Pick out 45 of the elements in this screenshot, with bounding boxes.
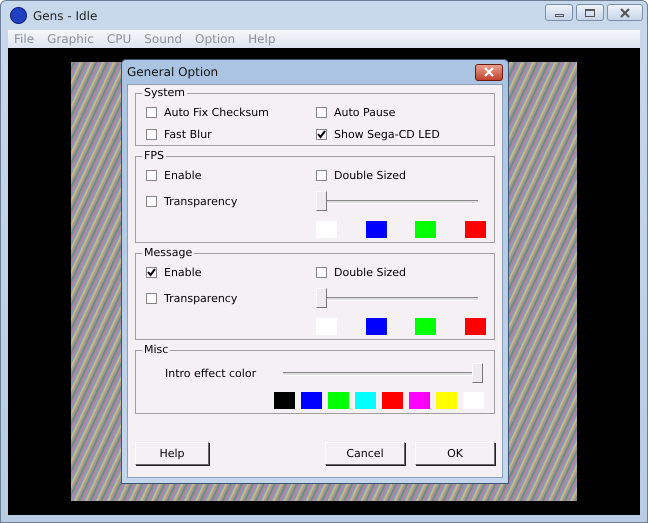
- slider[interactable]: [283, 363, 483, 384]
- checkbox[interactable]: Show Sega-CD LED: [316, 128, 484, 141]
- check-icon: [317, 130, 326, 139]
- app-logo-icon: [10, 7, 27, 24]
- color-swatch[interactable]: [409, 392, 430, 409]
- slider[interactable]: [316, 191, 478, 212]
- group-title: System: [142, 86, 188, 99]
- close-icon: [619, 8, 631, 18]
- color-swatch[interactable]: [464, 318, 486, 335]
- checkbox[interactable]: Double Sized: [316, 169, 486, 182]
- checkbox[interactable]: Enable: [146, 266, 316, 279]
- check-icon: [147, 268, 156, 277]
- checkbox[interactable]: Enable: [146, 169, 316, 182]
- color-swatch[interactable]: [436, 392, 457, 409]
- checkbox[interactable]: Transparency: [146, 195, 316, 208]
- close-button[interactable]: [475, 64, 503, 80]
- color-swatch[interactable]: [382, 392, 403, 409]
- dialog-button[interactable]: OK: [415, 442, 495, 465]
- close-button[interactable]: [607, 4, 643, 21]
- slider[interactable]: [316, 288, 478, 309]
- field-label: Intro effect color: [164, 367, 258, 380]
- color-swatch[interactable]: [328, 392, 349, 409]
- color-swatch[interactable]: [464, 221, 486, 238]
- color-swatch[interactable]: [415, 318, 436, 335]
- dialog-button[interactable]: Help: [135, 442, 209, 465]
- group-title: FPS: [142, 149, 166, 162]
- dialog-title: General Option: [127, 65, 218, 79]
- color-swatch[interactable]: [274, 392, 295, 409]
- color-swatch[interactable]: [301, 392, 322, 409]
- checkbox[interactable]: Auto Fix Checksum: [146, 106, 316, 119]
- color-swatch[interactable]: [366, 318, 387, 335]
- color-swatch[interactable]: [366, 221, 387, 238]
- group-title: Message: [142, 246, 194, 259]
- checkbox[interactable]: Auto Pause: [316, 106, 484, 119]
- color-swatch[interactable]: [355, 392, 376, 409]
- dialog-button[interactable]: Cancel: [325, 442, 405, 465]
- checkbox[interactable]: Fast Blur: [146, 128, 316, 141]
- maximize-button[interactable]: [576, 4, 604, 21]
- minimize-button[interactable]: [545, 4, 573, 21]
- color-swatch[interactable]: [415, 221, 436, 238]
- window-title: Gens - Idle: [33, 8, 98, 22]
- close-icon: [483, 67, 495, 77]
- checkbox[interactable]: Transparency: [146, 292, 316, 305]
- checkbox[interactable]: Double Sized: [316, 266, 486, 279]
- group-title: Misc: [142, 343, 170, 356]
